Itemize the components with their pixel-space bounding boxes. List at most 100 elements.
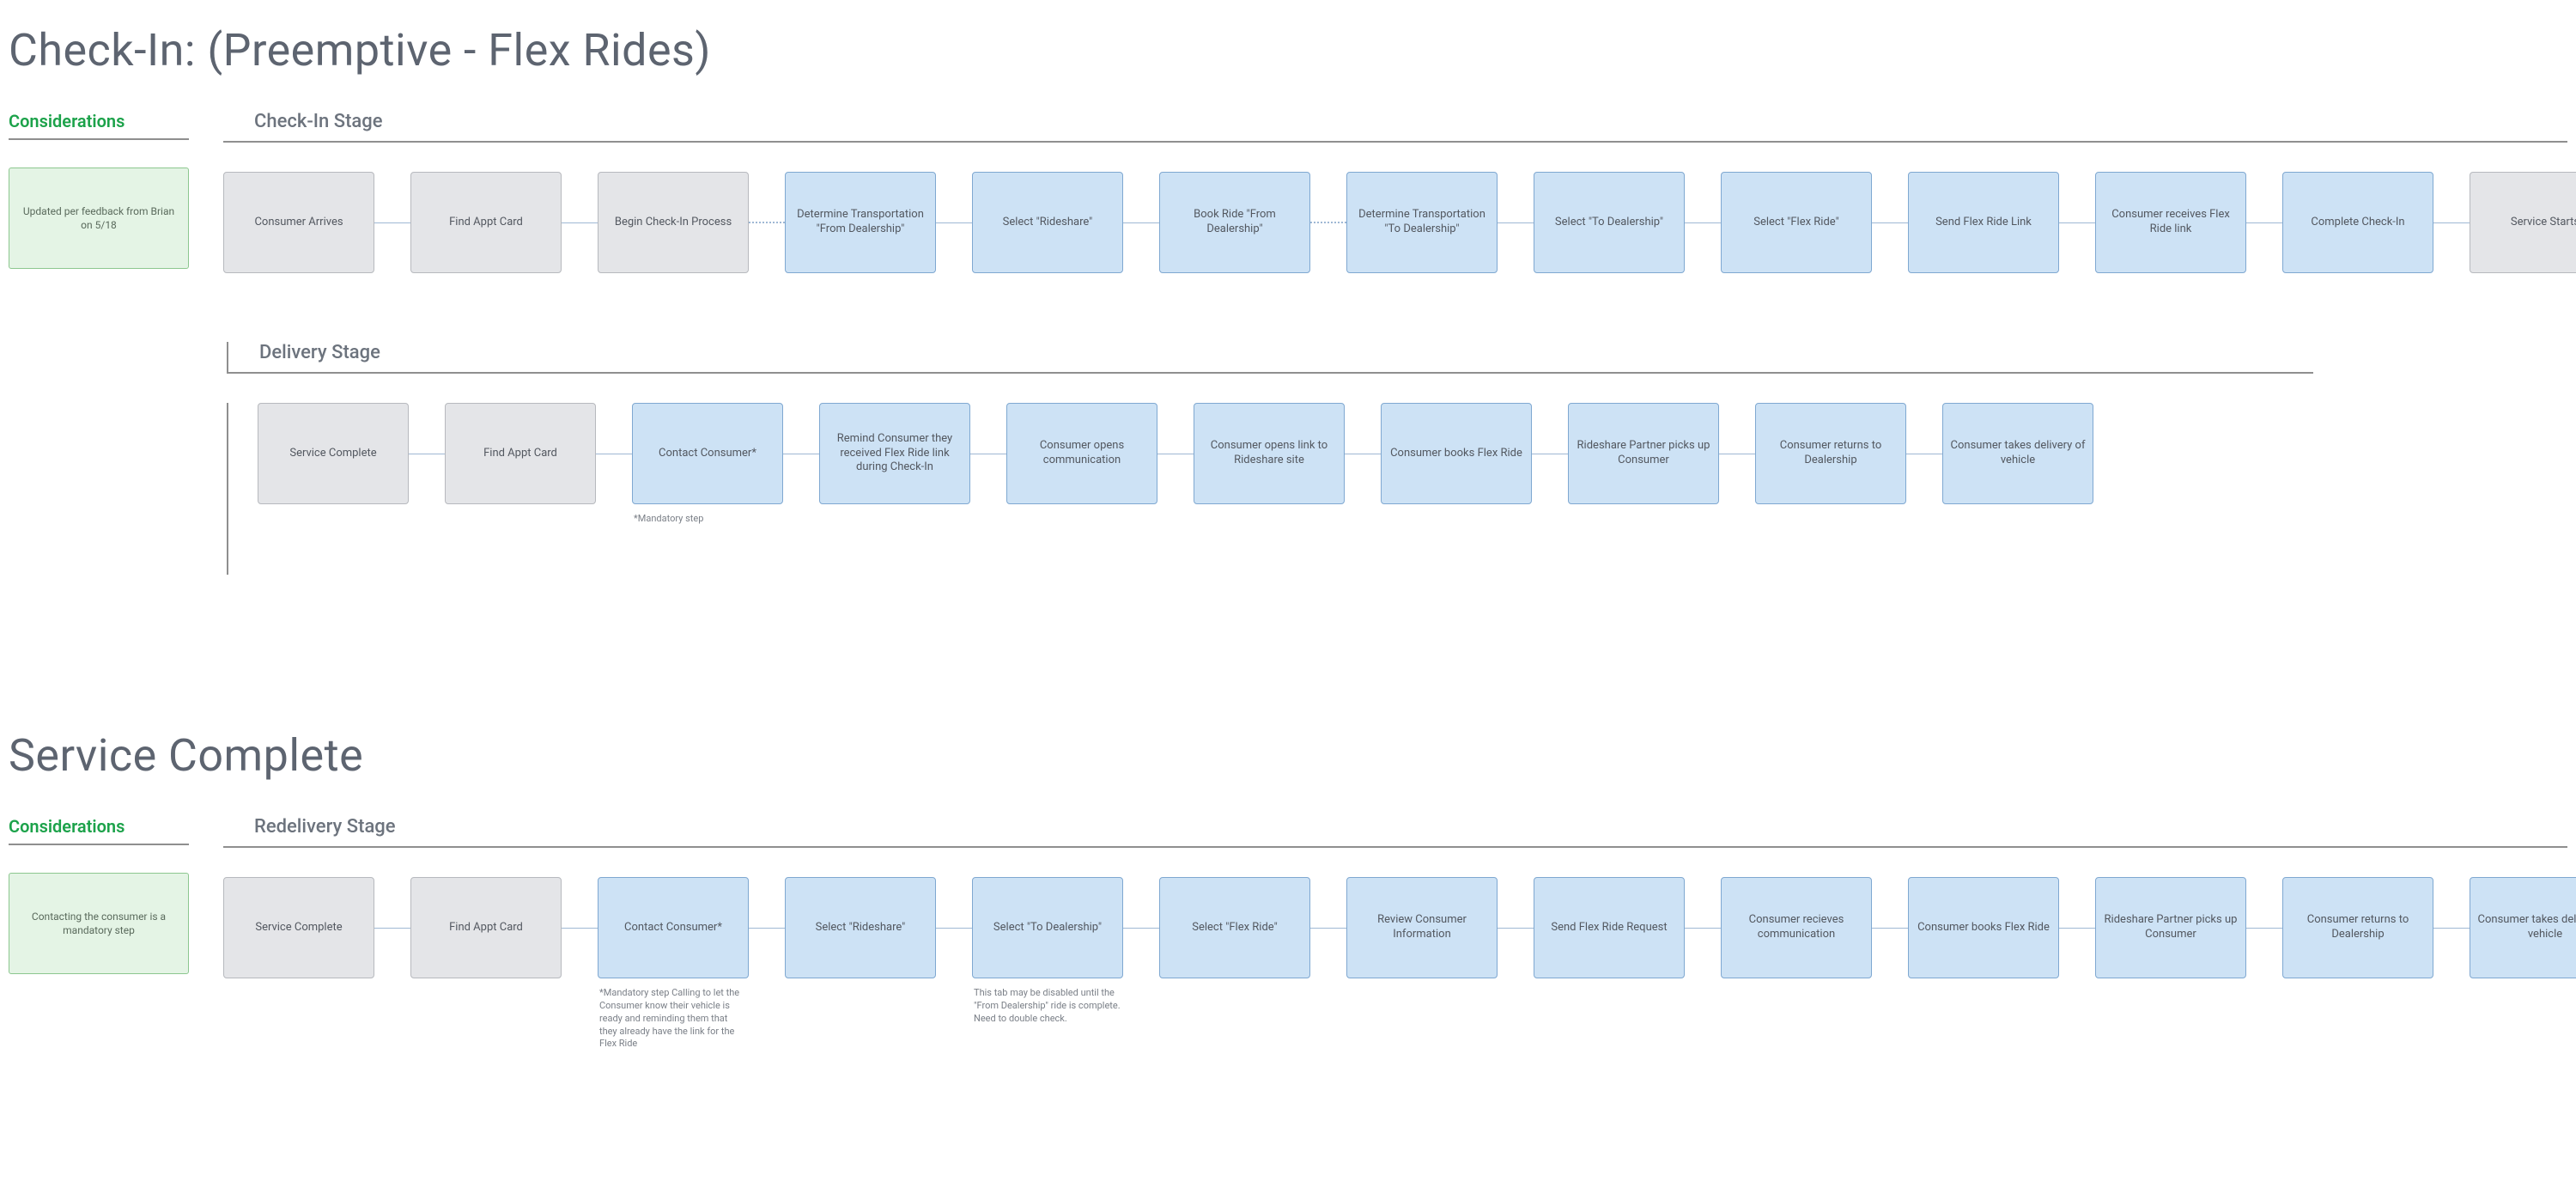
flow-node-box: Begin Check-In Process bbox=[598, 172, 749, 273]
flow-connector bbox=[1123, 172, 1159, 273]
flow-connector bbox=[1310, 172, 1346, 273]
flow-node: Book Ride "From Dealership" bbox=[1159, 172, 1310, 273]
flow-node: Review Consumer Information bbox=[1346, 877, 1498, 978]
flow-node-box: Select "To Dealership" bbox=[1534, 172, 1685, 273]
flow-connector bbox=[562, 172, 598, 273]
flow-connector bbox=[936, 172, 972, 273]
flow-node-box: Find Appt Card bbox=[445, 403, 596, 504]
flow-connector bbox=[936, 877, 972, 978]
flow-node-box: Consumer Arrives bbox=[223, 172, 374, 273]
flow-connector bbox=[409, 403, 445, 504]
flow-node-box: Service Complete bbox=[258, 403, 409, 504]
flow-node-box: Service Complete bbox=[223, 877, 374, 978]
flow-node: Determine Transportation "From Dealershi… bbox=[785, 172, 936, 273]
flow-connector bbox=[1498, 172, 1534, 273]
flow-node: Consumer returns to Dealership bbox=[1755, 403, 1906, 504]
flow-connector bbox=[1685, 172, 1721, 273]
flow-node: Remind Consumer they received Flex Ride … bbox=[819, 403, 970, 504]
flow-connector bbox=[2433, 877, 2470, 978]
flow-node-box: Select "Flex Ride" bbox=[1721, 172, 1872, 273]
flow-node: Consumer opens link to Rideshare site bbox=[1194, 403, 1345, 504]
flow-node: Select "To Dealership" bbox=[1534, 172, 1685, 273]
flow-node: Consumer takes delivery of vehicle bbox=[2470, 877, 2576, 978]
redelivery-stage-lane: Redelivery Stage Service Complete Find Ap… bbox=[223, 816, 2567, 1051]
flow-node: Select "To Dealership" This tab may be di… bbox=[972, 877, 1123, 1026]
flow-node: Contact Consumer**Mandatory step bbox=[632, 403, 783, 526]
considerations-col-checkin: Considerations Updated per feedback from… bbox=[9, 111, 189, 269]
flow-node-box: Consumer returns to Dealership bbox=[1755, 403, 1906, 504]
flow-node: Send Flex Ride Request bbox=[1534, 877, 1685, 978]
flow-node-box: Consumer receives Flex Ride link bbox=[2095, 172, 2246, 273]
lane-header-redelivery: Redelivery Stage bbox=[223, 816, 2567, 848]
lane-header-delivery: Delivery Stage bbox=[227, 342, 2313, 374]
flow-node: Consumer opens communication bbox=[1006, 403, 1157, 504]
lane-body-delivery: Service Complete Find Appt Card Contact Co… bbox=[227, 403, 2313, 575]
flow-node-box: Consumer recieves communication bbox=[1721, 877, 1872, 978]
flow-node-box: Send Flex Ride Link bbox=[1908, 172, 2059, 273]
lane-body-checkin: Consumer Arrives Find Appt Card Begin Chec… bbox=[223, 172, 2567, 273]
flow-connector bbox=[2059, 172, 2095, 273]
flow-node-box: Review Consumer Information bbox=[1346, 877, 1498, 978]
flow-node: Send Flex Ride Link bbox=[1908, 172, 2059, 273]
flow-node-box: Determine Transportation "From Dealershi… bbox=[785, 172, 936, 273]
flow-node: Begin Check-In Process bbox=[598, 172, 749, 273]
flow-node: Consumer Arrives bbox=[223, 172, 374, 273]
flow-node: Service Complete bbox=[223, 877, 374, 978]
flow-connector bbox=[2246, 172, 2282, 273]
flow-connector bbox=[596, 403, 632, 504]
flow-node-box: Select "Flex Ride" bbox=[1159, 877, 1310, 978]
flow-node-box: Send Flex Ride Request bbox=[1534, 877, 1685, 978]
flow-connector bbox=[783, 403, 819, 504]
flow-node: Select "Flex Ride" bbox=[1721, 172, 1872, 273]
considerations-label: Considerations bbox=[9, 111, 189, 140]
flow-connector bbox=[749, 877, 785, 978]
flow-node-box: Book Ride "From Dealership" bbox=[1159, 172, 1310, 273]
flow-connector bbox=[1719, 403, 1755, 504]
flow-node: Select "Rideshare" bbox=[972, 172, 1123, 273]
flow-connector bbox=[1872, 172, 1908, 273]
flow-connector bbox=[374, 877, 410, 978]
flow-connector bbox=[749, 172, 785, 273]
flow-node-box: Consumer books Flex Ride bbox=[1381, 403, 1532, 504]
flow-node-footnote: *Mandatory step Calling to let the Consu… bbox=[598, 987, 749, 1051]
flow-node-box: Consumer takes delivery of vehicle bbox=[2470, 877, 2576, 978]
flow-node-box: Find Appt Card bbox=[410, 172, 562, 273]
flow-node: Consumer recieves communication bbox=[1721, 877, 1872, 978]
flow-node-box: Complete Check-In bbox=[2282, 172, 2433, 273]
flow-node: Select "Rideshare" bbox=[785, 877, 936, 978]
flow-connector bbox=[1685, 877, 1721, 978]
flow-node: Contact Consumer* *Mandatory step Calling… bbox=[598, 877, 749, 1051]
flow-node-box: Select "Rideshare" bbox=[785, 877, 936, 978]
considerations-label: Considerations bbox=[9, 816, 189, 845]
flow-node-box: Contact Consumer* bbox=[632, 403, 783, 504]
flow-node-box: Consumer opens communication bbox=[1006, 403, 1157, 504]
flow-node: Rideshare Partner picks up Consumer bbox=[1568, 403, 1719, 504]
flow-connector bbox=[970, 403, 1006, 504]
redelivery-stage-row: Considerations Contacting the consumer i… bbox=[9, 816, 2567, 1051]
flow-node: Consumer books Flex Ride bbox=[1908, 877, 2059, 978]
flow-connector bbox=[2246, 877, 2282, 978]
flow-node-footnote: This tab may be disabled until the "From… bbox=[972, 987, 1123, 1026]
flow-node-box: Rideshare Partner picks up Consumer bbox=[1568, 403, 1719, 504]
flow-connector bbox=[1345, 403, 1381, 504]
lane-body-redelivery: Service Complete Find Appt Card Contact Co… bbox=[223, 877, 2567, 1051]
delivery-stage-row: Delivery Stage Service Complete Find Appt… bbox=[227, 342, 2313, 575]
flow-node-box: Consumer opens link to Rideshare site bbox=[1194, 403, 1345, 504]
flow-node-box: Consumer returns to Dealership bbox=[2282, 877, 2433, 978]
flow-node-box: Contact Consumer* bbox=[598, 877, 749, 978]
flow-node-box: Find Appt Card bbox=[410, 877, 562, 978]
flow-node-box: Service Starts bbox=[2470, 172, 2576, 273]
lane-header-checkin: Check-In Stage bbox=[223, 111, 2567, 143]
flow-connector bbox=[1532, 403, 1568, 504]
flow-node: Service Starts bbox=[2470, 172, 2576, 273]
considerations-col-service: Considerations Contacting the consumer i… bbox=[9, 816, 189, 974]
flow-node: Consumer receives Flex Ride link bbox=[2095, 172, 2246, 273]
flow-connector bbox=[2059, 877, 2095, 978]
flow-node: Complete Check-In bbox=[2282, 172, 2433, 273]
flow-connector bbox=[374, 172, 410, 273]
flow-node-box: Rideshare Partner picks up Consumer bbox=[2095, 877, 2246, 978]
flow-connector bbox=[1906, 403, 1942, 504]
flow-node-box: Select "To Dealership" bbox=[972, 877, 1123, 978]
flow-node: Service Complete bbox=[258, 403, 409, 504]
considerations-note: Contacting the consumer is a mandatory s… bbox=[9, 873, 189, 974]
